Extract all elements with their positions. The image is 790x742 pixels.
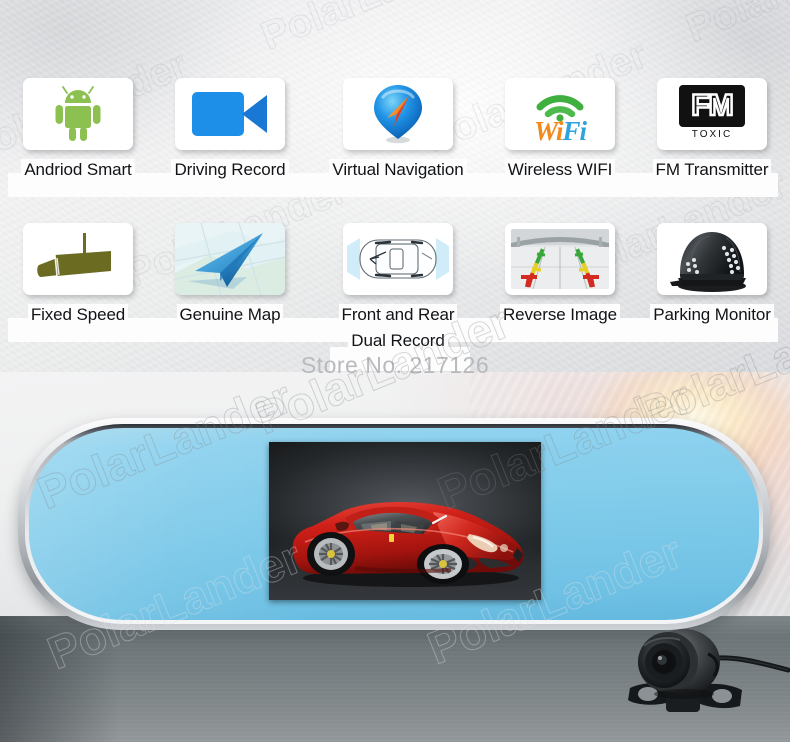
feature-icon-tile [175,78,285,150]
reverse-camera-view-icon [511,229,609,289]
feature-grid: Andriod Smart Driving Record Virtual Nav… [0,78,790,373]
road-shadow [0,616,120,742]
feature-fm-transmitter[interactable]: FM TOXIC FM Transmitter [642,78,782,180]
feature-row-1: Andriod Smart Driving Record Virtual Nav… [0,78,790,223]
red-sports-car-preview [283,482,529,587]
feature-virtual-navigation[interactable]: Virtual Navigation [328,78,468,180]
feature-icon-tile: FM TOXIC [657,78,767,150]
rear-backup-camera[interactable] [608,624,790,736]
car-top-view-icon [346,226,450,292]
feature-label: Front and Rear Dual Record [328,304,468,352]
wifi-label: WiFi [533,116,587,146]
fm-sublabel: TOXIC [691,129,733,140]
feature-fixed-speed[interactable]: Fixed Speed [8,223,148,325]
feature-label: Genuine Map [160,304,300,325]
feature-driving-record[interactable]: Driving Record [160,78,300,180]
map-pin-navigation-icon [371,83,425,145]
feature-label: Wireless WIFI [490,159,630,180]
feature-icon-tile [175,223,285,295]
feature-label-line2: Dual Record [328,330,468,352]
feature-genuine-map[interactable]: Genuine Map [160,223,300,325]
fm-badge: FM [679,85,745,127]
paper-plane-map-icon [175,223,285,295]
feature-label: FM Transmitter [642,159,782,180]
feature-label: Parking Monitor [642,304,782,325]
feature-icon-tile [23,78,133,150]
feature-label: Andriod Smart [8,159,148,180]
wifi-icon: WiFi [520,85,600,146]
android-robot-icon [52,86,104,142]
video-camera-icon [192,92,268,136]
feature-icon-tile [657,223,767,295]
mirror-glass [29,428,759,620]
feature-label: Driving Record [160,159,300,180]
feature-icon-tile [23,223,133,295]
fm-transmitter-icon: FM TOXIC [679,85,745,143]
product-marketing-image: PolarLander PolarLander PolarLander Pola… [0,0,790,742]
rearview-mirror-dashcam[interactable] [18,418,770,630]
feature-icon-tile [343,78,453,150]
feature-parking-monitor[interactable]: Parking Monitor [642,223,782,325]
feature-icon-tile [343,223,453,295]
feature-wireless-wifi[interactable]: WiFi Wireless WIFI [490,78,630,180]
feature-android-smart[interactable]: Andriod Smart [8,78,148,180]
feature-icon-tile [505,223,615,295]
mirror-display-screen[interactable] [269,442,541,600]
speed-camera-icon [35,231,121,287]
dome-camera-icon [664,226,760,292]
feature-label: Reverse Image [490,304,630,325]
feature-label: Fixed Speed [8,304,148,325]
feature-front-rear-dual-record[interactable]: Front and Rear Dual Record [328,223,468,352]
feature-icon-tile: WiFi [505,78,615,150]
feature-label: Virtual Navigation [328,159,468,180]
feature-reverse-image[interactable]: Reverse Image [490,223,630,325]
fm-letters: FM [690,89,735,122]
feature-row-2: Fixed Speed Genuine Map Front and Rear D… [0,223,790,373]
